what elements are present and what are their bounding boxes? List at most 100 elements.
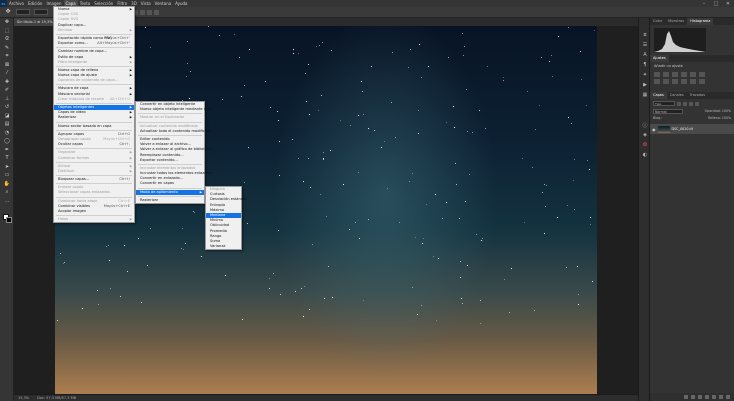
add-mask-icon[interactable] [698, 395, 702, 399]
distribute-icon[interactable] [154, 9, 159, 15]
crop-icon[interactable]: ⌗ [0, 52, 14, 61]
color-balance-icon[interactable] [654, 79, 660, 84]
filter-pixel-icon[interactable] [677, 101, 681, 106]
history-brush-icon[interactable]: ↺ [0, 103, 14, 112]
star [138, 238, 140, 240]
hue-icon[interactable] [699, 72, 705, 77]
visibility-eye-icon[interactable]: ◉ [652, 127, 656, 132]
brush-icon[interactable]: ✐ [0, 86, 14, 95]
fx-icon[interactable] [691, 395, 695, 399]
maximize-icon[interactable]: □ [710, 0, 722, 7]
dodge-icon[interactable]: ◯ [0, 137, 14, 146]
submenu-arrow-icon: ▶ [129, 115, 132, 120]
auto-select-field[interactable] [16, 9, 30, 15]
menu-8[interactable]: Vista [139, 0, 153, 7]
link-layers-icon[interactable] [684, 395, 688, 399]
eyedropper-icon[interactable]: ⁄ [0, 69, 14, 78]
channel-mixer-icon[interactable] [681, 79, 687, 84]
menu-item-label: Varianza [210, 244, 226, 249]
blend-mode-select[interactable]: Normal [653, 109, 683, 114]
menu-item-shortcut: Alt+Mayús+Ctrl+' [97, 41, 130, 46]
tab-top-0[interactable]: Color [650, 18, 665, 25]
new-adjustment-icon[interactable] [705, 395, 709, 399]
tab-top-2[interactable]: Histograma [687, 18, 714, 25]
move-tool-icon[interactable]: ✥ [4, 8, 12, 16]
star [308, 308, 310, 310]
frame-icon[interactable]: ⊠ [0, 61, 14, 70]
healing-icon[interactable]: ✚ [0, 78, 14, 87]
menu-item[interactable]: Actualizar todo el contenido modificado [136, 129, 211, 134]
layer-row[interactable]: ◉ DSC_0020.tif [650, 124, 734, 134]
close-icon[interactable]: ✕ [722, 0, 734, 7]
align-middle-icon[interactable] [140, 9, 145, 15]
filter-adjust-icon[interactable] [683, 101, 687, 106]
align-bottom-icon[interactable] [147, 9, 152, 15]
menu-1[interactable]: Edición [26, 0, 44, 7]
lasso-icon[interactable]: ᘓ [0, 35, 14, 44]
gradient-icon[interactable]: ▤ [0, 120, 14, 129]
path-select-icon[interactable]: ➤ [0, 163, 14, 172]
brightness-icon[interactable] [654, 72, 660, 77]
curves-icon[interactable] [672, 72, 678, 77]
opacity-field[interactable]: Opacidad: 100% [705, 109, 731, 114]
photo-night-sky[interactable] [55, 26, 597, 397]
transform-controls-field[interactable] [34, 9, 48, 15]
more-tools-icon[interactable]: … [0, 197, 14, 206]
tab-layers-1[interactable]: Canales [667, 92, 687, 99]
quick-select-icon[interactable]: ✎ [0, 44, 14, 53]
star [541, 192, 543, 194]
vibrance-icon[interactable] [690, 72, 696, 77]
background-color-swatch[interactable] [6, 217, 12, 223]
menu-item[interactable]: Nuevo objeto inteligente mediante copia [136, 107, 213, 112]
new-layer-icon[interactable] [719, 395, 723, 399]
fill-field[interactable]: Relleno: 100% [708, 116, 731, 120]
tab-layers-0[interactable]: Capas [650, 92, 667, 99]
menu-item[interactable]: Convertir en capas [136, 181, 204, 186]
tab-layers-2[interactable]: Trazados [687, 92, 708, 99]
levels-icon[interactable] [663, 72, 669, 77]
tab-top-1[interactable]: Muestras [665, 18, 687, 25]
menu-9[interactable]: Ventana [153, 0, 173, 7]
menu-item[interactable]: Exportar contenido... [136, 158, 204, 163]
star [184, 242, 186, 244]
menu-10[interactable]: Ayuda [173, 0, 189, 7]
bw-icon[interactable] [663, 79, 669, 84]
marquee-icon[interactable]: ⬚ [0, 27, 14, 36]
menu-item[interactable]: Bloquear capas... Ctrl+/ [54, 177, 134, 182]
invert-icon[interactable] [699, 79, 705, 84]
move-icon[interactable]: ✥ [0, 18, 14, 27]
menu-item[interactable]: Nuevo sector basado en capa [54, 124, 134, 129]
menu-item[interactable]: Varianza [206, 244, 241, 249]
tab-adjustments[interactable]: Ajustes [650, 55, 669, 62]
zoom-icon[interactable]: ⌕ [0, 188, 14, 197]
menu-item-label: Seleccionar capas enlazadas [58, 190, 110, 195]
trash-icon[interactable] [726, 395, 730, 399]
stamp-icon[interactable]: ⊥ [0, 95, 14, 104]
menu-0[interactable]: Archivo [7, 0, 26, 7]
zoom-level[interactable]: 15,3% [18, 395, 29, 401]
eraser-icon[interactable]: ◪ [0, 112, 14, 121]
menu-item[interactable]: Acoplar imagen [54, 209, 134, 214]
menu-item[interactable]: Rasterizar ▶ [54, 115, 134, 120]
minimize-icon[interactable]: – [698, 0, 710, 7]
star [541, 57, 543, 59]
menu-item[interactable]: Exportar como... Alt+Mayús+Ctrl+' [54, 41, 134, 46]
filter-type-icon[interactable] [689, 101, 693, 106]
hand-icon[interactable]: ✋ [0, 180, 14, 189]
filter-shape-icon[interactable] [695, 101, 699, 106]
layer-filter-select[interactable]: Tipo [653, 101, 675, 106]
exposure-icon[interactable] [681, 72, 687, 77]
star [219, 34, 221, 36]
type-icon[interactable]: T [0, 154, 14, 163]
blur-icon[interactable]: ◔ [0, 129, 14, 138]
new-group-icon[interactable] [712, 395, 716, 399]
star [180, 247, 182, 249]
pen-icon[interactable]: ✒ [0, 146, 14, 155]
shape-icon[interactable]: ▭ [0, 171, 14, 180]
star [368, 128, 370, 129]
menu-item[interactable]: Rasterizar [136, 198, 204, 203]
photo-filter-icon[interactable] [672, 79, 678, 84]
menu-item[interactable]: Ocultar capas Ctrl+, [54, 142, 134, 147]
lookup-icon[interactable] [690, 79, 696, 84]
menu-item[interactable]: Modo de apilamiento ▶ [136, 189, 204, 195]
